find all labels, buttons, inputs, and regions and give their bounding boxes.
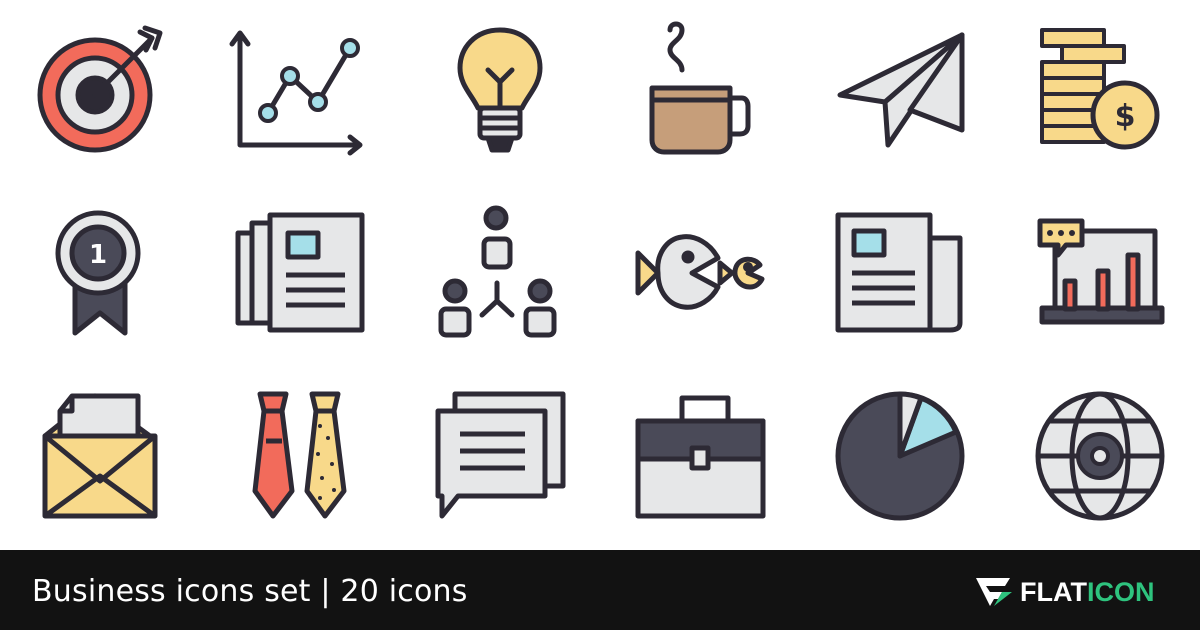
target-icon xyxy=(0,0,200,183)
newspapers-icon xyxy=(200,183,400,366)
pie-chart-icon xyxy=(800,366,1000,549)
caption-title: Business icons set | 20 icons xyxy=(32,574,468,609)
chat-bubbles-icon xyxy=(400,366,600,549)
icon-grid: $ 1 xyxy=(0,0,1200,550)
newspaper-icon xyxy=(800,183,1000,366)
svg-text:1: 1 xyxy=(89,240,107,270)
medal-icon: 1 xyxy=(0,183,200,366)
globe-gear-icon xyxy=(1000,366,1200,549)
paper-plane-icon xyxy=(800,0,1000,183)
team-hierarchy-icon xyxy=(400,183,600,366)
envelope-letter-icon xyxy=(0,366,200,549)
brand-part2: ICON xyxy=(1086,577,1155,607)
line-chart-icon xyxy=(200,0,400,183)
brand-part1: FLAT xyxy=(1020,577,1087,607)
flaticon-logo[interactable]: FLATICON xyxy=(972,572,1182,612)
presentation-chart-icon xyxy=(1000,183,1200,366)
svg-text:$: $ xyxy=(1115,99,1136,134)
light-bulb-icon xyxy=(400,0,600,183)
big-fish-small-fish-icon xyxy=(600,183,800,366)
briefcase-icon xyxy=(600,366,800,549)
flaticon-mark-icon xyxy=(976,578,1012,606)
coins-icon: $ xyxy=(1000,0,1200,183)
ties-icon xyxy=(200,366,400,549)
coffee-cup-icon xyxy=(600,0,800,183)
brand-text: FLATICON xyxy=(1020,572,1154,612)
